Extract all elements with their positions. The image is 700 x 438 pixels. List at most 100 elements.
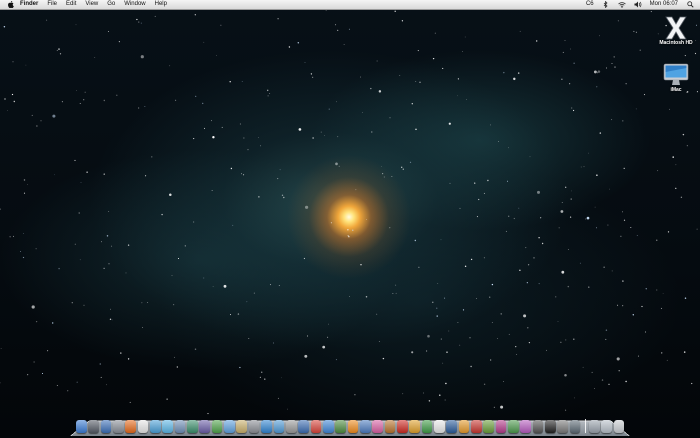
star <box>555 296 557 298</box>
flash-icon[interactable] <box>471 420 482 433</box>
star <box>517 72 520 74</box>
desktop-icon-macintosh-hd[interactable]: Macintosh HD <box>656 16 696 46</box>
star <box>35 248 37 250</box>
menu-clock[interactable]: Mon 06:07 <box>650 0 678 9</box>
star <box>58 267 60 270</box>
star <box>470 365 472 368</box>
star <box>508 215 510 217</box>
menu-view[interactable]: View <box>85 0 98 9</box>
pen-icon[interactable] <box>199 420 211 433</box>
star <box>194 14 196 16</box>
quicktime-icon[interactable] <box>322 420 334 433</box>
star <box>538 283 540 285</box>
bridge-icon[interactable] <box>483 420 494 433</box>
textedit-icon[interactable] <box>433 420 445 433</box>
wand-icon[interactable] <box>520 420 532 433</box>
spotlight-icon[interactable] <box>686 1 694 8</box>
star <box>675 187 677 189</box>
bluetooth-icon[interactable] <box>602 1 610 8</box>
star <box>277 18 279 20</box>
star <box>591 371 593 373</box>
leaf-icon[interactable] <box>211 420 223 433</box>
documents-folder-icon[interactable] <box>601 420 612 433</box>
firefox-icon[interactable] <box>125 420 137 433</box>
finder-icon[interactable] <box>76 420 87 433</box>
star <box>570 48 571 50</box>
ichat-icon[interactable] <box>162 420 174 433</box>
photoshop-icon[interactable] <box>446 420 457 433</box>
trash-icon[interactable] <box>613 420 625 433</box>
dreamweaver-icon[interactable] <box>508 420 519 433</box>
console-icon[interactable] <box>557 420 569 433</box>
star <box>617 304 619 306</box>
mail-icon[interactable] <box>174 420 186 433</box>
battery-indicator[interactable]: C6 <box>586 0 594 9</box>
star <box>78 212 80 214</box>
star <box>108 263 110 265</box>
xcode-icon[interactable] <box>298 420 309 433</box>
star <box>203 41 205 43</box>
tools-icon[interactable] <box>285 420 297 433</box>
gamecenter-icon[interactable] <box>372 420 383 433</box>
dashboard-icon[interactable] <box>88 420 99 433</box>
star <box>519 30 521 32</box>
menu-window[interactable]: Window <box>124 0 145 9</box>
star <box>625 380 627 383</box>
star <box>366 218 367 220</box>
applications-folder-icon[interactable] <box>588 420 600 433</box>
star <box>573 62 575 64</box>
desktop-icon-imac[interactable]: iMac <box>656 63 696 93</box>
star <box>508 147 509 149</box>
star <box>395 292 397 294</box>
menu-help[interactable]: Help <box>155 0 167 9</box>
menu-go[interactable]: Go <box>107 0 115 9</box>
chart-icon[interactable] <box>335 420 346 433</box>
system-preferences-icon[interactable] <box>248 420 260 433</box>
star <box>657 170 659 172</box>
star <box>145 175 147 177</box>
star <box>440 239 442 241</box>
star <box>635 108 637 110</box>
contacts-icon[interactable] <box>150 420 161 433</box>
star <box>580 166 582 168</box>
mission-control-icon[interactable] <box>100 420 112 433</box>
illustrator-icon[interactable] <box>458 420 470 433</box>
star <box>639 49 641 51</box>
star <box>207 413 209 415</box>
guitar-icon[interactable] <box>384 420 396 433</box>
star <box>297 42 300 44</box>
camera-icon[interactable] <box>532 420 544 433</box>
star <box>349 296 350 297</box>
star <box>529 156 531 158</box>
star <box>171 275 173 276</box>
keynote-icon[interactable] <box>359 420 371 433</box>
numbers-icon[interactable] <box>421 420 433 433</box>
acrobat-icon[interactable] <box>396 420 408 433</box>
calendar-icon[interactable] <box>137 420 149 433</box>
photo-icon[interactable] <box>236 420 248 433</box>
star <box>382 173 384 175</box>
star <box>239 123 241 125</box>
volume-icon[interactable] <box>634 1 642 8</box>
apple-icon[interactable] <box>7 1 14 8</box>
star <box>52 114 56 118</box>
network-icon[interactable] <box>187 420 198 433</box>
menu-finder[interactable]: Finder <box>20 0 38 9</box>
itunes-icon[interactable] <box>224 420 235 433</box>
launchpad-icon[interactable] <box>113 420 124 433</box>
terminal-icon[interactable] <box>545 420 556 433</box>
star <box>672 156 674 158</box>
indesign-icon[interactable] <box>495 420 507 433</box>
wifi-icon[interactable] <box>617 1 626 8</box>
activity-monitor-icon[interactable] <box>569 420 581 433</box>
preview-icon[interactable] <box>273 420 285 433</box>
menu-edit[interactable]: Edit <box>66 0 76 9</box>
pages-icon[interactable] <box>409 420 420 433</box>
vlc-icon[interactable] <box>347 420 359 433</box>
star <box>493 406 496 408</box>
safari-icon[interactable] <box>261 420 272 433</box>
menu-file[interactable]: File <box>47 0 57 9</box>
star <box>195 95 197 98</box>
star <box>432 57 435 60</box>
game-icon[interactable] <box>310 420 322 433</box>
